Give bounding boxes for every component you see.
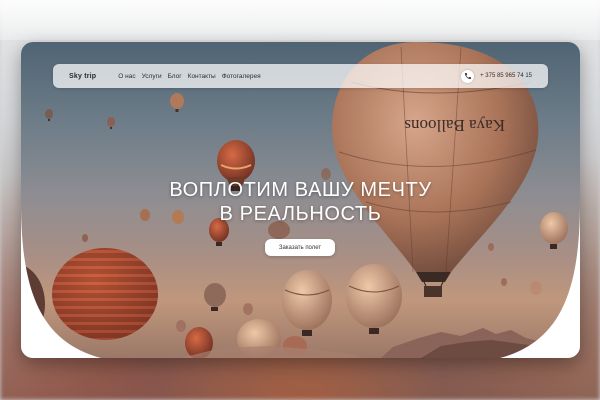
screenshot-stage: Kaya Balloons Sky trip О нас Услуги Блог… [0, 0, 600, 400]
headline-line-1: ВОПЛОТИМ ВАШУ МЕЧТУ [169, 179, 432, 201]
phone-number[interactable]: + 375 85 965 74 15 [480, 73, 532, 79]
balloon-big-left [52, 248, 158, 340]
headline-line-2: В РЕАЛЬНОСТЬ [219, 203, 382, 225]
nav-link-about[interactable]: О нас [118, 73, 135, 80]
hero-headline: ВОПЛОТИМ ВАШУ МЕЧТУ В РЕАЛЬНОСТЬ [21, 178, 580, 226]
phone-contact[interactable]: + 375 85 965 74 15 [461, 69, 532, 83]
nav-link-blog[interactable]: Блог [168, 73, 182, 80]
phone-icon[interactable] [461, 69, 475, 83]
backdrop-top-strip [0, 0, 600, 40]
nav-links: О нас Услуги Блог Контакты Фотогалерея [118, 73, 260, 80]
balloon-lettering: Kaya Balloons [404, 116, 505, 135]
nav-link-gallery[interactable]: Фотогалерея [222, 73, 261, 80]
order-flight-button[interactable]: Заказать полет [265, 239, 335, 256]
nav-link-contacts[interactable]: Контакты [188, 73, 216, 80]
balloon-far-left [21, 264, 45, 344]
balloon-left-low [204, 283, 226, 311]
balloon-center-low [282, 270, 332, 336]
website-card: Kaya Balloons Sky trip О нас Услуги Блог… [21, 42, 580, 358]
brand-logo[interactable]: Sky trip [69, 73, 96, 80]
nav-link-services[interactable]: Услуги [142, 73, 162, 80]
balloon-right-low [346, 264, 402, 334]
top-navigation: Sky trip О нас Услуги Блог Контакты Фото… [53, 64, 548, 88]
